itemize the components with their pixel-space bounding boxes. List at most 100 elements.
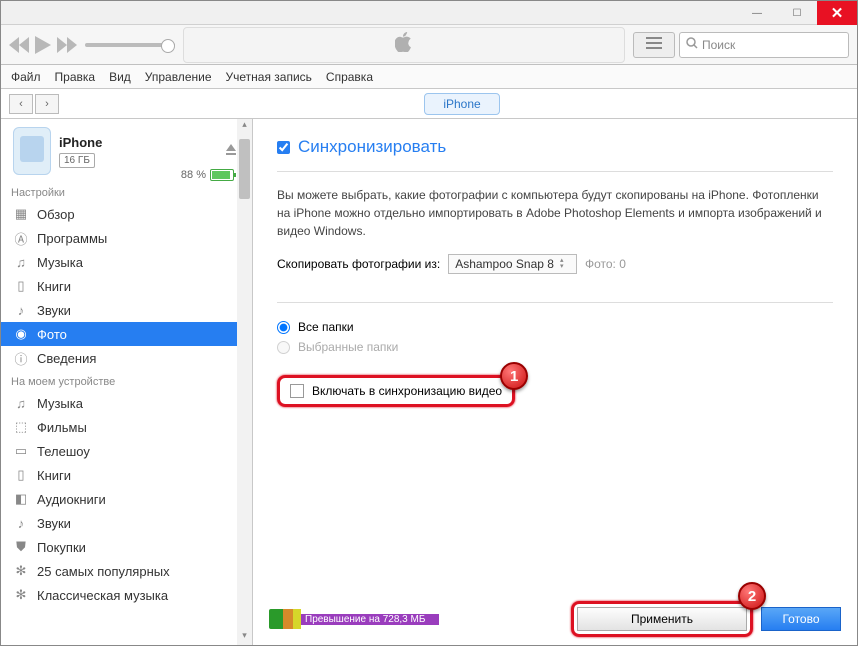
sidebar-item-audiobooks[interactable]: ◧ Аудиокниги xyxy=(1,487,252,511)
sidebar-item-label: Музыка xyxy=(37,396,83,411)
sidebar-item-label: Покупки xyxy=(37,540,86,555)
app-window: — ☐ ✕ Поиск Файл Правка Вид Управление У… xyxy=(0,0,858,646)
battery-icon xyxy=(210,169,234,181)
copy-from-dropdown[interactable]: Ashampoo Snap 8 ▴▾ xyxy=(448,254,577,274)
done-button[interactable]: Готово xyxy=(761,607,841,631)
sidebar-item-label: Книги xyxy=(37,468,71,483)
section-settings: Настройки xyxy=(1,181,252,202)
apple-logo-icon xyxy=(395,32,413,57)
tones-icon: ♪ xyxy=(13,302,29,318)
menu-file[interactable]: Файл xyxy=(11,70,41,84)
playback-controls xyxy=(9,36,77,54)
sidebar-item-label: Книги xyxy=(37,279,71,294)
sidebar-item-label: Звуки xyxy=(37,516,71,531)
sidebar-item-apps[interactable]: Ⓐ Программы xyxy=(1,226,252,250)
sidebar-item-label: Обзор xyxy=(37,207,75,222)
chevron-updown-icon: ▴▾ xyxy=(560,258,570,270)
titlebar: — ☐ ✕ xyxy=(1,1,857,25)
device-thumbnail-icon xyxy=(13,127,51,175)
music-icon: ♫ xyxy=(13,254,29,270)
sidebar-scrollbar[interactable]: ▴ ▾ xyxy=(237,119,252,645)
menu-edit[interactable]: Правка xyxy=(55,70,96,84)
sidebar-item-label: Телешоу xyxy=(37,444,90,459)
storage-seg-other xyxy=(293,609,301,629)
storage-seg-photos xyxy=(283,609,293,629)
nav-arrows: ‹ › xyxy=(1,94,67,114)
list-view-button[interactable] xyxy=(633,32,675,58)
info-icon: ⓘ xyxy=(13,350,29,366)
back-button[interactable]: ‹ xyxy=(9,94,33,114)
sidebar-item-info[interactable]: ⓘСведения xyxy=(1,346,252,370)
storage-overflow-label: Превышение на 728,3 МБ xyxy=(301,614,439,625)
sidebar-item-top25[interactable]: ✻25 самых популярных xyxy=(1,559,252,583)
volume-slider[interactable] xyxy=(85,43,175,47)
audiobooks-icon: ◧ xyxy=(13,491,29,507)
sidebar-item-classical[interactable]: ✻Классическая музыка xyxy=(1,583,252,607)
callout-2: 2 xyxy=(738,582,766,610)
scroll-down-icon: ▾ xyxy=(237,630,252,645)
play-icon[interactable] xyxy=(35,36,51,54)
music-icon: ♫ xyxy=(13,395,29,411)
menu-controls[interactable]: Управление xyxy=(145,70,212,84)
radio-all-folders[interactable]: Все папки xyxy=(277,317,833,337)
sidebar-item-tones[interactable]: ♪Звуки xyxy=(1,298,252,322)
rewind-icon[interactable] xyxy=(9,37,29,53)
sidebar-item-overview[interactable]: ▦ Обзор xyxy=(1,202,252,226)
sidebar: iPhone 16 ГБ 88 % Настройки ▦Обзор ⒶПрог… xyxy=(1,119,253,645)
overview-icon: ▦ xyxy=(13,206,29,222)
sidebar-item-label: Программы xyxy=(37,231,107,246)
books-icon: ▯ xyxy=(13,278,29,294)
radio-all-input[interactable] xyxy=(277,321,290,334)
forward-button[interactable]: › xyxy=(35,94,59,114)
movies-icon: ⬚ xyxy=(13,419,29,435)
apply-button[interactable]: Применить xyxy=(577,607,747,631)
books-icon: ▯ xyxy=(13,467,29,483)
scrollbar-thumb[interactable] xyxy=(239,139,250,199)
callout-1: 1 xyxy=(500,362,528,390)
gear-icon: ✻ xyxy=(13,563,29,579)
include-video-label: Включать в синхронизацию видео xyxy=(312,384,502,398)
sync-checkbox[interactable] xyxy=(277,141,290,154)
tones-icon: ♪ xyxy=(13,515,29,531)
sync-label: Синхронизировать xyxy=(298,137,446,157)
maximize-button[interactable]: ☐ xyxy=(777,1,817,25)
sidebar-item-purchases[interactable]: ⛊ Покупки xyxy=(1,535,252,559)
photo-count: Фото: 0 xyxy=(585,257,626,271)
tab-device[interactable]: iPhone xyxy=(424,93,499,115)
apps-icon: Ⓐ xyxy=(13,230,29,246)
menu-view[interactable]: Вид xyxy=(109,70,131,84)
content-area: iPhone 16 ГБ 88 % Настройки ▦Обзор ⒶПрог… xyxy=(1,119,857,645)
sidebar-item-photos[interactable]: ◉Фото xyxy=(1,322,252,346)
close-button[interactable]: ✕ xyxy=(817,1,857,25)
sidebar-item-device-books[interactable]: ▯ Книги xyxy=(1,463,252,487)
minimize-button[interactable]: — xyxy=(737,1,777,25)
highlight-apply: Применить 2 xyxy=(571,601,753,637)
cart-icon: ⛊ xyxy=(13,539,29,555)
sidebar-item-books[interactable]: ▯ Книги xyxy=(1,274,252,298)
sidebar-item-device-music[interactable]: ♫ Музыка xyxy=(1,391,252,415)
sidebar-item-label: Аудиокниги xyxy=(37,492,106,507)
menu-help[interactable]: Справка xyxy=(326,70,373,84)
sidebar-item-device-tones[interactable]: ♪ Звуки xyxy=(1,511,252,535)
main-panel: Синхронизировать Вы можете выбрать, каки… xyxy=(253,119,857,645)
tab-header: ‹ › iPhone xyxy=(1,89,857,119)
copy-from-row: Скопировать фотографии из: Ashampoo Snap… xyxy=(277,254,833,274)
sidebar-item-movies[interactable]: ⬚ Фильмы xyxy=(1,415,252,439)
radio-label: Все папки xyxy=(298,320,354,334)
section-ondevice: На моем устройстве xyxy=(1,370,252,391)
highlight-include-video: Включать в синхронизацию видео 1 xyxy=(277,375,515,407)
radio-selected-input xyxy=(277,341,290,354)
sidebar-item-music[interactable]: ♫Музыка xyxy=(1,250,252,274)
sidebar-item-label: Фильмы xyxy=(37,420,87,435)
sidebar-item-tv[interactable]: ▭Телешоу xyxy=(1,439,252,463)
search-placeholder: Поиск xyxy=(702,38,735,52)
device-name: iPhone xyxy=(59,135,224,150)
include-video-checkbox[interactable] xyxy=(290,384,304,398)
toolbar: Поиск xyxy=(1,25,857,65)
menu-account[interactable]: Учетная запись xyxy=(226,70,312,84)
fastforward-icon[interactable] xyxy=(57,37,77,53)
search-input[interactable]: Поиск xyxy=(679,32,849,58)
sync-checkbox-row: Синхронизировать xyxy=(277,137,833,157)
battery-percent: 88 % xyxy=(181,169,206,181)
folder-radio-group: Все папки Выбранные папки Включать в син… xyxy=(277,302,833,407)
